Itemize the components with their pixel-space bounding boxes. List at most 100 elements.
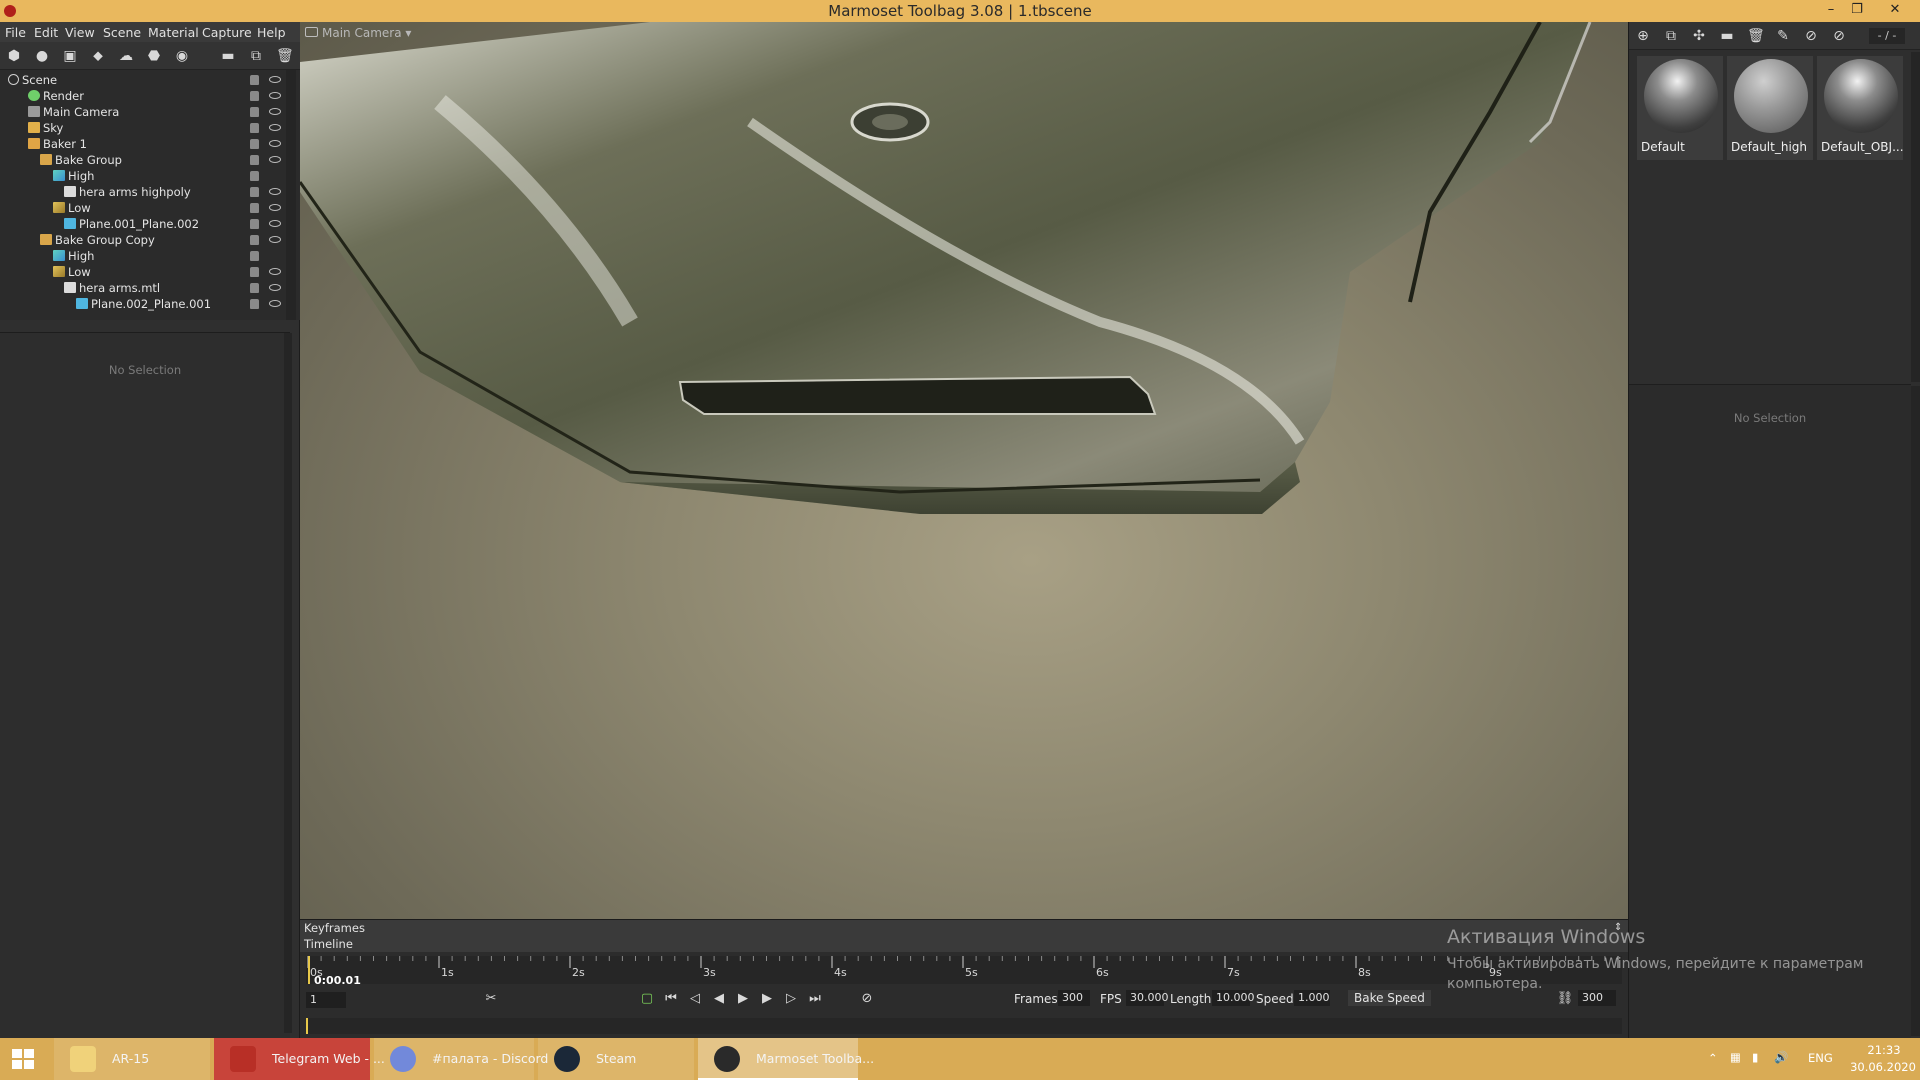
eye-icon[interactable] [269,92,281,99]
material-swatch-default-high[interactable]: Default_high [1727,56,1813,160]
language-indicator[interactable]: ENG [1808,1051,1833,1065]
tree-item-plane-001[interactable]: Plane.001_Plane.002 [0,216,290,232]
properties-scrollbar[interactable] [284,333,292,1033]
length-field[interactable]: 10.000 [1212,990,1255,1006]
volume-icon[interactable]: 🔊 [1774,1050,1788,1064]
step-back-icon[interactable]: ◀ [710,990,728,1008]
add-folder-icon[interactable]: ▬ [220,48,236,64]
material-swatch-default-obj[interactable]: Default_OBJ... [1817,56,1904,160]
add-fog-icon[interactable]: ☁ [118,48,134,64]
add-mesh-icon[interactable]: ⬢ [6,48,22,64]
bake-speed-button[interactable]: Bake Speed [1348,990,1431,1006]
eye-icon[interactable] [269,108,281,115]
lock-icon[interactable] [250,171,259,181]
tree-item-low[interactable]: Low [0,200,290,216]
taskbar-item-steam[interactable]: Steam [538,1038,694,1080]
lock-icon[interactable] [250,155,259,165]
keyframe-track[interactable] [306,1018,1622,1034]
lock-icon[interactable] [250,107,259,117]
tree-item-main-camera[interactable]: Main Camera [0,104,290,120]
tree-scrollbar[interactable] [286,70,296,320]
record-icon[interactable]: ⊘ [858,990,876,1008]
playhead[interactable] [308,956,310,984]
lock-icon[interactable] [250,75,259,85]
lock-icon[interactable] [250,235,259,245]
close-button[interactable]: ✕ [1878,0,1912,22]
eye-icon[interactable] [269,268,281,275]
menu-file[interactable]: File [5,25,26,40]
restore-button[interactable]: ❐ [1840,0,1874,22]
eye-icon[interactable] [269,284,281,291]
add-baker-icon[interactable]: ⬣ [146,48,162,64]
play-icon[interactable]: ▶ [734,990,752,1008]
lock-icon[interactable] [250,187,259,197]
menu-edit[interactable]: Edit [34,25,58,40]
camera-selector[interactable]: Main Camera ▾ [300,22,411,42]
fps-field[interactable]: 30.000 [1126,990,1169,1006]
add-camera-icon[interactable]: ▣ [62,48,78,64]
tree-item-plane-002[interactable]: Plane.002_Plane.001 [0,296,290,312]
lock-icon[interactable] [250,267,259,277]
material-scrollbar[interactable] [1911,52,1920,382]
taskbar-item-telegram[interactable]: Telegram Web - ... [214,1038,385,1080]
tree-item-high[interactable]: High [0,168,290,184]
viewport-3d[interactable] [300,22,1628,919]
eye-icon[interactable] [269,76,281,83]
tree-item-scene[interactable]: Scene [0,72,290,88]
lock-icon[interactable] [250,299,259,309]
open-folder-icon[interactable]: ▬ [1719,28,1735,44]
tree-item-high-copy[interactable]: High [0,248,290,264]
lock-icon[interactable] [250,91,259,101]
jump-start-icon[interactable]: ⏮ [662,990,680,1008]
material-grid-icon[interactable]: ✣ [1691,28,1707,44]
refresh-material-icon[interactable]: ⊘ [1831,28,1847,44]
clock-time[interactable]: 21:33 [1856,1043,1912,1057]
tray-expand-icon[interactable]: ⌃ [1708,1051,1718,1065]
apply-material-icon[interactable]: ⊘ [1803,28,1819,44]
menu-view[interactable]: View [65,25,95,40]
current-frame-field[interactable]: 1 [306,992,346,1008]
delete-icon[interactable]: 🗑 [276,48,294,64]
material-swatch-default[interactable]: Default [1637,56,1723,160]
speed-field[interactable]: 1.000 [1294,990,1330,1006]
keyframes-header[interactable]: Keyframes [300,920,1628,936]
duplicate-material-icon[interactable]: ⧉ [1663,28,1679,44]
lock-icon[interactable] [250,123,259,133]
menu-help[interactable]: Help [257,25,286,40]
timeline-ruler[interactable]: 0s 1s 2s 3s 4s 5s 6s 7s 8s 9s 0:00.01 [306,956,1622,987]
timeline-header[interactable]: Timeline [300,936,1628,952]
lock-icon[interactable] [250,139,259,149]
tree-item-bake-group[interactable]: Bake Group [0,152,290,168]
menu-scene[interactable]: Scene [103,25,141,40]
tree-item-low-copy[interactable]: Low [0,264,290,280]
cut-keyframe-icon[interactable]: ✂ [482,990,500,1008]
taskbar-item-ar15[interactable]: AR-15 [54,1038,210,1080]
taskbar-item-marmoset[interactable]: Marmoset Toolba... [698,1038,874,1080]
eye-icon[interactable] [269,188,281,195]
frames-field[interactable]: 300 [1058,990,1090,1006]
eye-icon[interactable] [269,156,281,163]
loop-icon[interactable]: ▢ [638,990,656,1008]
tree-item-hera-arms-mtl[interactable]: hera arms.mtl [0,280,290,296]
step-forward-icon[interactable]: ▶ [758,990,776,1008]
tree-item-baker[interactable]: Baker 1 [0,136,290,152]
lock-icon[interactable] [250,251,259,261]
network-warning-icon[interactable]: ▦ [1730,1050,1741,1064]
lock-icon[interactable] [250,283,259,293]
lock-icon[interactable] [250,219,259,229]
add-turntable-icon[interactable]: ◉ [174,48,190,64]
eye-icon[interactable] [269,124,281,131]
wifi-icon[interactable]: ▮ [1752,1050,1758,1064]
eye-icon[interactable] [269,300,281,307]
clock-date[interactable]: 30.06.2020 [1848,1060,1918,1074]
add-light-icon[interactable]: ● [34,48,50,64]
jump-end-icon[interactable]: ⏭ [806,990,824,1008]
tree-item-hera-arms-highpoly[interactable]: hera arms highpoly [0,184,290,200]
eye-icon[interactable] [269,220,281,227]
new-material-icon[interactable]: ⊕ [1635,28,1651,44]
add-shadow-catcher-icon[interactable]: ⬥ [90,48,106,64]
tree-item-render[interactable]: Render [0,88,290,104]
menu-material[interactable]: Material [148,25,199,40]
windows-start-icon[interactable] [12,1049,34,1069]
duplicate-icon[interactable]: ⧉ [248,48,264,64]
